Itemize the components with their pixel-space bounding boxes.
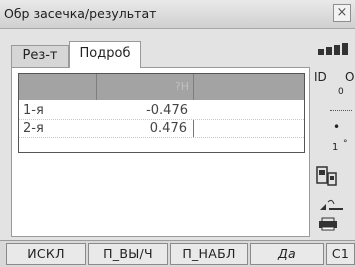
laser-icon[interactable] xyxy=(318,198,344,212)
window-title: Обр засечка/результат xyxy=(4,6,157,21)
function-key-bar: ИСКЛ П_ВЫ/Ч П_НАБЛ Да С1 xyxy=(0,240,355,267)
column-header-extra xyxy=(194,74,304,100)
level-dial-icon xyxy=(330,100,352,111)
fkey-yes[interactable]: Да xyxy=(250,243,324,265)
tab-rezultat[interactable]: Рез-т xyxy=(11,45,69,67)
results-table: ?H 1-я -0.476 2-я 0.476 xyxy=(18,73,305,153)
printer-icon[interactable] xyxy=(318,217,338,231)
column-header-name xyxy=(19,74,97,100)
details-panel: ?H 1-я -0.476 2-я 0.476 xyxy=(11,67,310,237)
tab-podrob[interactable]: Подроб xyxy=(69,41,141,68)
one-label: 1 xyxy=(332,142,339,153)
fkey-p-nabl[interactable]: П_НАБЛ xyxy=(170,243,248,265)
table-row[interactable]: 1-я -0.476 xyxy=(19,102,304,120)
row-name: 1-я xyxy=(23,103,44,118)
table-header: ?H xyxy=(19,74,304,100)
close-button[interactable]: × xyxy=(333,4,351,22)
row-value: -0.476 xyxy=(146,103,188,118)
id-label: ID xyxy=(314,70,327,84)
prism-icon[interactable] xyxy=(316,165,338,187)
row-name: 2-я xyxy=(23,121,44,136)
fkey-c1[interactable]: С1 xyxy=(326,243,355,265)
app-window: Обр засечка/результат × Рез-т Подроб ?H … xyxy=(0,0,355,267)
row-value: 0.476 xyxy=(97,120,194,137)
fkey-p-vych[interactable]: П_ВЫ/Ч xyxy=(88,243,168,265)
battery-icon xyxy=(318,43,352,55)
status-sidebar: ID O 0 • 1 ° xyxy=(312,30,355,235)
o-label: O xyxy=(345,70,355,84)
fkey-iskl[interactable]: ИСКЛ xyxy=(6,243,86,265)
zero-label: 0 xyxy=(338,87,344,97)
level-dot-icon: • xyxy=(333,120,341,134)
degree-label: ° xyxy=(343,139,348,149)
title-bar: Обр засечка/результат × xyxy=(0,0,355,29)
column-header-dh: ?H xyxy=(97,74,194,100)
table-row[interactable]: 2-я 0.476 xyxy=(19,120,304,138)
